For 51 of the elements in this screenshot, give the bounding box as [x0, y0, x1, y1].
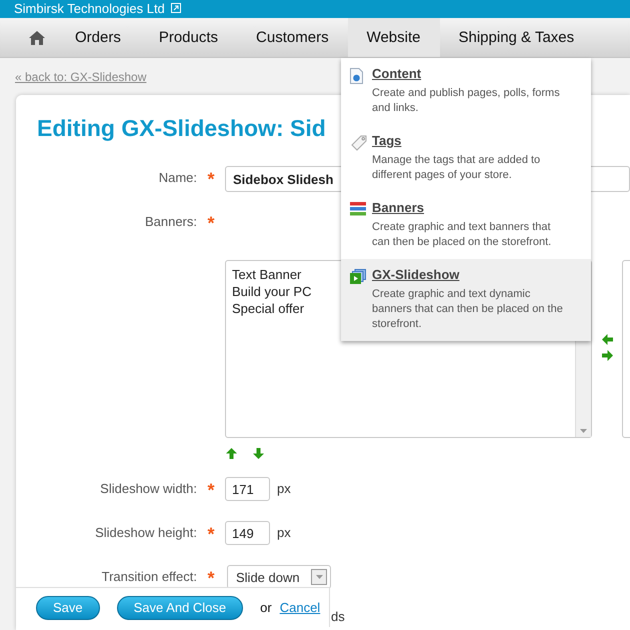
list-option[interactable]: Build your PC [232, 283, 312, 300]
scroll-down-icon[interactable] [580, 429, 587, 433]
company-name: Simbirsk Technologies Ltd [14, 0, 165, 18]
unit-label: px [277, 480, 291, 498]
document-icon [350, 68, 363, 84]
nav-tab[interactable]: Shipping & Taxes [440, 18, 594, 57]
nav-tab[interactable]: Orders [56, 18, 140, 57]
number-input[interactable]: 149 [225, 521, 270, 545]
nav-tab[interactable]: Customers [237, 18, 348, 57]
home-icon[interactable] [29, 30, 45, 44]
list-option[interactable]: Special offer [232, 300, 304, 317]
unit-label: ds [331, 608, 345, 626]
number-input[interactable]: 171 [225, 477, 270, 501]
nav-tab[interactable]: Products [140, 18, 238, 57]
tag-icon [350, 135, 367, 151]
menu-item-title[interactable]: GX-Slideshow [372, 267, 460, 282]
required-marker: * [207, 213, 214, 233]
right-arrow-icon[interactable] [602, 350, 612, 361]
field-label: Slideshow height: [94, 524, 197, 542]
up-arrow-icon[interactable] [226, 448, 237, 459]
required-marker: * [207, 480, 214, 500]
down-arrow-icon[interactable] [253, 448, 264, 459]
menu-item-description: Create graphic and text banners that can then be placed on the storefront. [372, 220, 552, 250]
page-title: Editing GX-Slideshow: Sid [37, 115, 326, 142]
menu-item-description: Create and publish pages, polls, forms and links. [372, 86, 561, 116]
menu-item-description: Create graphic and text dynamic banners that can then be placed on the storefront. [372, 287, 564, 332]
or-text: or [260, 600, 272, 615]
external-link-icon[interactable] [170, 3, 181, 13]
required-marker: * [207, 568, 214, 588]
list-option[interactable]: Text Banner [232, 266, 302, 283]
menu-item[interactable]: GX-Slideshow Create graphic and text dynamic banners that can then be placed on the storefront. [341, 259, 591, 341]
field-label: Banners: [144, 213, 197, 231]
required-marker: * [207, 169, 214, 189]
menu-item-title[interactable]: Tags [372, 133, 402, 148]
left-arrow-icon[interactable] [602, 334, 612, 345]
field-label: Transition effect: [100, 568, 197, 586]
required-marker: * [207, 524, 214, 544]
menu-item[interactable]: Tags Manage the tags that are added to different pages of your store. [341, 125, 591, 192]
field-label: Slideshow width: [99, 480, 197, 498]
cancel-link[interactable]: Cancel [280, 600, 320, 615]
nav-tab[interactable]: Website [348, 18, 440, 57]
slides-icon [350, 269, 366, 284]
menu-item[interactable]: Banners Create graphic and text banners that can then be placed on the storefront. [341, 192, 591, 259]
field-label: Name: [158, 169, 197, 187]
menu-item-description: Manage the tags that are added to different pages of your store. [372, 153, 542, 183]
menu-item[interactable]: Content Create and publish pages, polls, forms and links. [341, 58, 591, 125]
menu-item-title[interactable]: Banners [372, 200, 424, 215]
unit-label: px [277, 524, 291, 542]
caret-icon [316, 575, 322, 579]
stacked-bars-icon [350, 202, 366, 216]
menu-item-title[interactable]: Content [372, 66, 422, 81]
